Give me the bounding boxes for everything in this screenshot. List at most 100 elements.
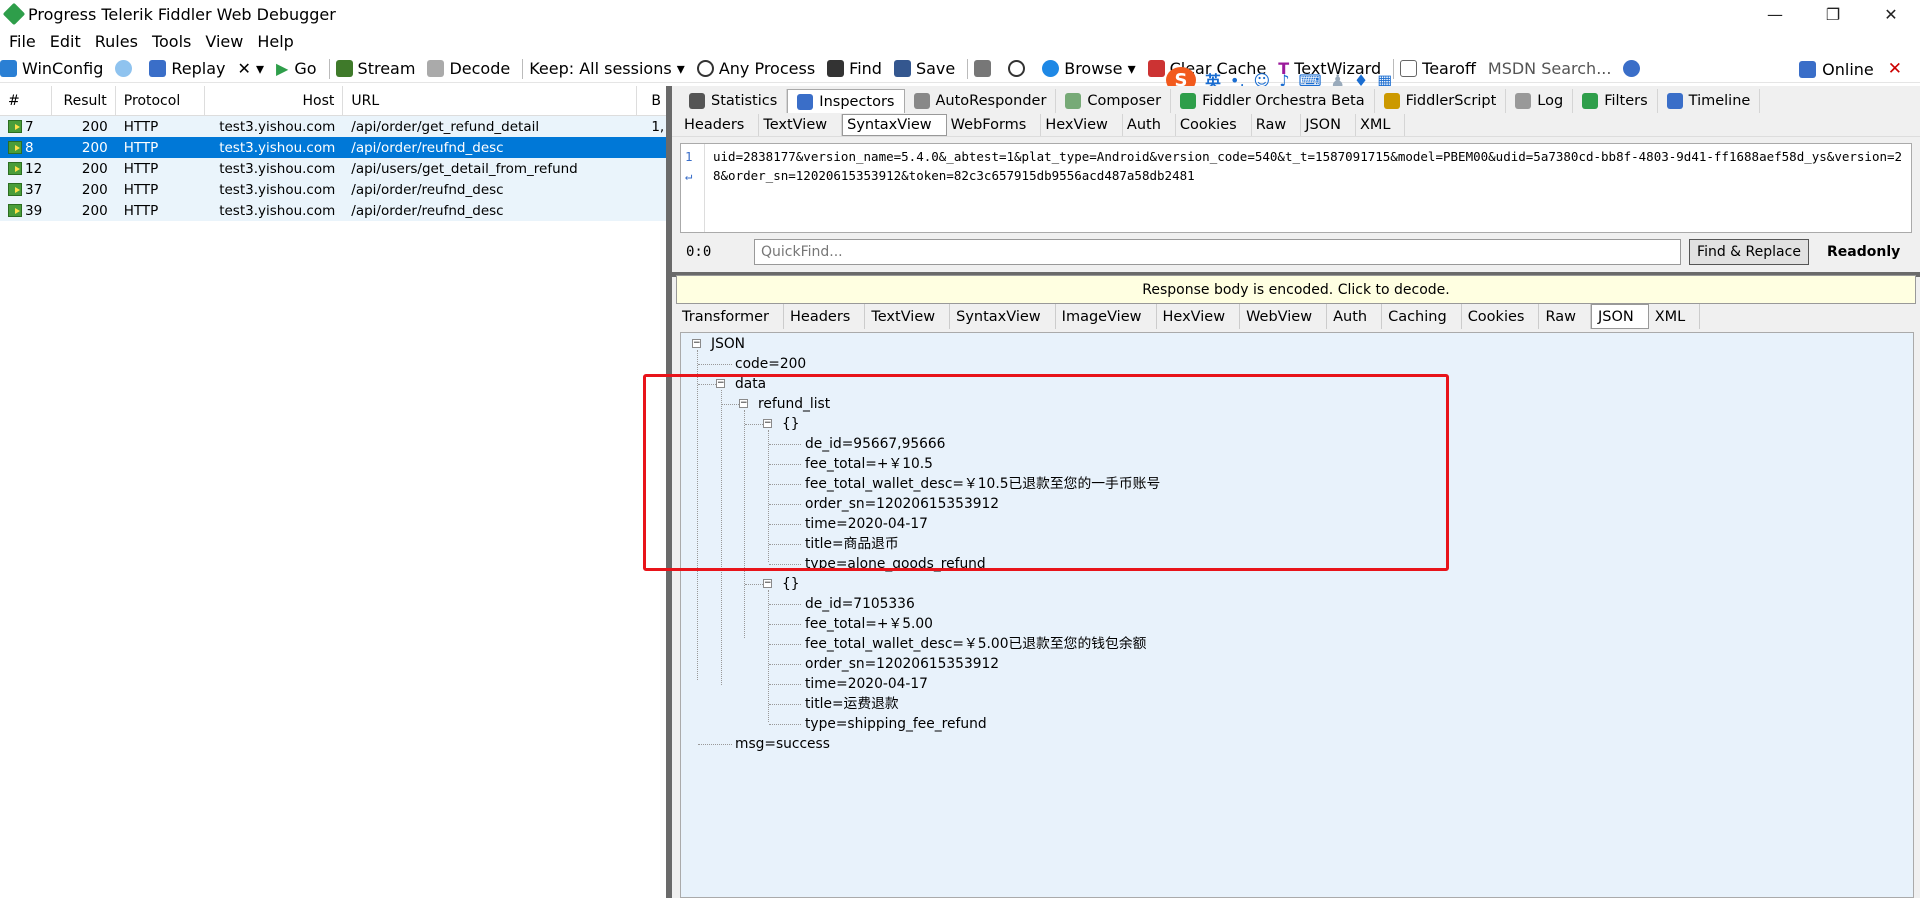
replay-button[interactable]: Replay: [149, 59, 226, 78]
comment-button[interactable]: [115, 60, 137, 77]
session-body-size: 1,: [651, 118, 665, 135]
decode-button[interactable]: Decode: [427, 59, 510, 78]
json-field-node[interactable]: time=2020-04-17: [805, 675, 928, 693]
request-body-view[interactable]: 1 ↵ uid=2838177&version_name=5.4.0&_abte…: [680, 143, 1912, 233]
collapse-toggle-icon[interactable]: −: [692, 339, 701, 348]
response-tab-cookies[interactable]: Cookies: [1462, 304, 1540, 329]
tab-timeline[interactable]: Timeline: [1658, 89, 1761, 113]
close-toolbar-icon[interactable]: ✕: [1888, 59, 1902, 79]
menu-help[interactable]: Help: [257, 32, 293, 51]
maximize-button[interactable]: ❐: [1804, 0, 1862, 28]
online-indicator[interactable]: Online ✕: [1799, 55, 1902, 83]
tab-inspectors[interactable]: Inspectors: [787, 89, 905, 113]
tab-composer[interactable]: Composer: [1056, 89, 1172, 113]
request-tab-webforms[interactable]: WebForms: [947, 113, 1042, 136]
quickfind-input[interactable]: QuickFind...: [754, 239, 1681, 265]
col-host[interactable]: Host: [205, 85, 344, 116]
col-url[interactable]: URL: [343, 85, 638, 116]
json-field-node[interactable]: type=shipping_fee_refund: [805, 715, 987, 733]
response-tab-xml[interactable]: XML: [1649, 304, 1701, 329]
col-result[interactable]: Result: [52, 85, 116, 116]
request-tab-raw[interactable]: Raw: [1252, 113, 1302, 136]
tab-autoresponder[interactable]: AutoResponder: [905, 89, 1057, 113]
windows-icon: [0, 60, 17, 77]
json-field-node[interactable]: fee_total=+￥5.00: [805, 615, 933, 633]
msg-node[interactable]: msg=success: [735, 735, 830, 753]
response-tab-webview[interactable]: WebView: [1240, 304, 1328, 329]
response-tab-headers[interactable]: Headers: [784, 304, 866, 329]
menu-rules[interactable]: Rules: [95, 32, 138, 51]
refund-item-node[interactable]: {}: [782, 575, 800, 593]
request-tab-textview[interactable]: TextView: [759, 113, 843, 136]
request-tab-headers[interactable]: Headers: [680, 113, 760, 136]
session-row[interactable]: 7 200 HTTP test3.yishou.com/api/order/get_r…: [0, 116, 666, 137]
tree-connector: [769, 664, 801, 665]
request-tab-auth[interactable]: Auth: [1123, 113, 1176, 136]
keep-sessions-dropdown[interactable]: Keep: All sessions ▾: [529, 59, 685, 78]
col-protocol[interactable]: Protocol: [116, 85, 205, 116]
save-button[interactable]: Save: [893, 59, 955, 78]
find-replace-button[interactable]: Find & Replace: [1689, 239, 1809, 265]
go-label: Go: [294, 59, 317, 78]
json-field-node[interactable]: de_id=7105336: [805, 595, 915, 613]
json-field-node[interactable]: fee_total_wallet_desc=￥5.00已退款至您的钱包余额: [805, 635, 1146, 653]
browse-button[interactable]: Browse ▾: [1042, 59, 1136, 78]
json-root-node[interactable]: JSON: [711, 335, 745, 353]
screenshot-button[interactable]: [974, 60, 996, 77]
code-node[interactable]: code=200: [735, 355, 806, 373]
response-tab-json[interactable]: JSON: [1590, 304, 1649, 329]
find-button[interactable]: Find: [827, 59, 882, 78]
json-field-node[interactable]: title=运费退款: [805, 695, 899, 713]
col-body[interactable]: B: [637, 86, 666, 116]
line-number: 1: [685, 149, 693, 164]
remove-button[interactable]: ✕ ▾: [238, 59, 265, 78]
close-button[interactable]: ✕: [1862, 0, 1920, 28]
menu-file[interactable]: File: [9, 32, 36, 51]
tab-fiddler-orchestra-beta[interactable]: Fiddler Orchestra Beta: [1171, 89, 1375, 113]
response-tab-auth[interactable]: Auth: [1327, 304, 1383, 329]
help-button[interactable]: [1623, 60, 1645, 77]
session-row[interactable]: 12 200 HTTP test3.yishou.com/api/users/get_…: [0, 158, 666, 179]
stream-button[interactable]: Stream: [335, 59, 415, 78]
response-tab-raw[interactable]: Raw: [1539, 304, 1591, 329]
any-process-button[interactable]: Any Process: [696, 59, 815, 78]
request-tab-json[interactable]: JSON: [1301, 113, 1356, 136]
collapse-toggle-icon[interactable]: −: [763, 579, 772, 588]
response-arrow-icon: [8, 120, 22, 133]
go-button[interactable]: ▶ Go: [276, 59, 317, 78]
decode-notice-bar[interactable]: Response body is encoded. Click to decod…: [676, 275, 1916, 304]
session-row[interactable]: 8 200 HTTP test3.yishou.com/api/order/reufn…: [0, 137, 666, 158]
session-row[interactable]: 39 200 HTTP test3.yishou.com/api/order/reuf…: [0, 200, 666, 221]
tab-statistics[interactable]: Statistics: [680, 89, 788, 113]
tab-filters[interactable]: Filters: [1573, 89, 1658, 113]
request-tab-syntaxview[interactable]: SyntaxView: [842, 113, 947, 136]
request-tab-xml[interactable]: XML: [1356, 113, 1406, 136]
response-tab-textview[interactable]: TextView: [865, 304, 951, 329]
session-url: /api/order/get_refund_detail: [351, 118, 540, 135]
col-number[interactable]: #: [0, 85, 53, 116]
session-row[interactable]: 37 200 HTTP test3.yishou.com/api/order/reuf…: [0, 179, 666, 200]
request-tab-hexview[interactable]: HexView: [1041, 113, 1123, 136]
highlight-annotation-box: [643, 374, 1449, 571]
json-field-node[interactable]: order_sn=12020615353912: [805, 655, 999, 673]
response-tab-syntaxview[interactable]: SyntaxView: [950, 304, 1056, 329]
menu-view[interactable]: View: [205, 32, 243, 51]
msdn-search-input[interactable]: MSDN Search...: [1488, 59, 1612, 78]
tab-log[interactable]: Log: [1506, 89, 1574, 113]
cursor-position: 0:0: [686, 244, 712, 260]
response-tab-caching[interactable]: Caching: [1382, 304, 1462, 329]
response-tab-transformer[interactable]: Transformer: [676, 304, 785, 329]
menu-tools[interactable]: Tools: [152, 32, 191, 51]
response-tab-imageview[interactable]: ImageView: [1056, 304, 1157, 329]
minimize-button[interactable]: —: [1746, 0, 1804, 28]
request-body-text[interactable]: uid=2838177&version_name=5.4.0&_abtest=1…: [713, 147, 1903, 185]
tab-fiddlerscript[interactable]: FiddlerScript: [1375, 89, 1507, 113]
request-tab-cookies[interactable]: Cookies: [1176, 113, 1252, 136]
tab-label: Log: [1537, 93, 1564, 109]
tearoff-button[interactable]: Tearoff: [1400, 59, 1476, 78]
menu-edit[interactable]: Edit: [50, 32, 81, 51]
response-tab-hexview[interactable]: HexView: [1157, 304, 1241, 329]
winconfig-button[interactable]: WinConfig: [0, 59, 103, 78]
tree-connector: [769, 704, 801, 705]
timer-button[interactable]: [1008, 60, 1030, 77]
